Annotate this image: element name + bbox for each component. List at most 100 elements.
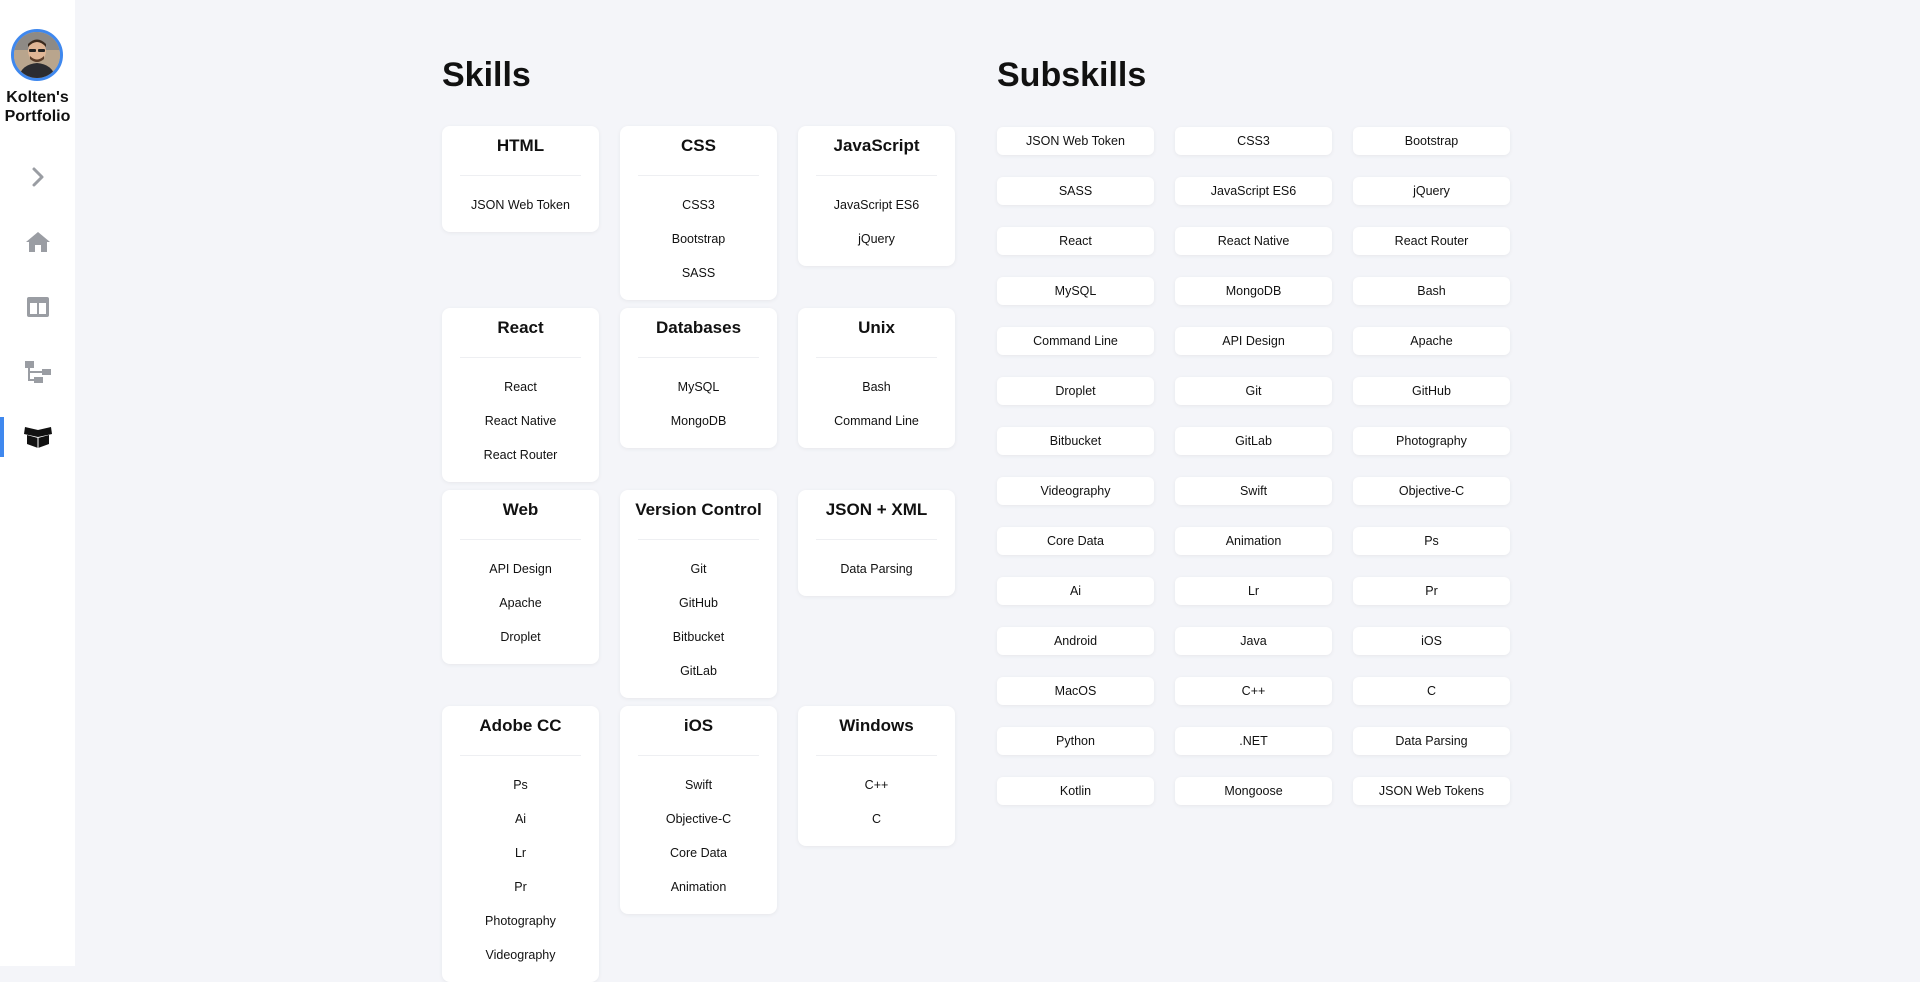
skill-item: CSS3: [682, 198, 715, 212]
skill-card: Web API Design Apache Droplet: [442, 490, 599, 664]
avatar[interactable]: [11, 29, 63, 81]
subskill-chip[interactable]: GitHub: [1353, 377, 1510, 405]
subskill-chip[interactable]: JSON Web Tokens: [1353, 777, 1510, 805]
skill-card: Version Control Git GitHub Bitbucket GitLab: [620, 490, 777, 698]
subskill-chip[interactable]: React: [997, 227, 1154, 255]
skill-card: Databases MySQL MongoDB: [620, 308, 777, 448]
brand-title: Kolten's Portfolio: [0, 88, 75, 126]
subskill-chip[interactable]: jQuery: [1353, 177, 1510, 205]
skill-card-list: JavaScript ES6 jQuery: [798, 176, 955, 266]
chevron-right-icon: [32, 167, 43, 187]
subskill-chip[interactable]: Animation: [1175, 527, 1332, 555]
subskill-chip[interactable]: iOS: [1353, 627, 1510, 655]
skill-card: JavaScript JavaScript ES6 jQuery: [798, 126, 955, 266]
skill-item: Git: [690, 562, 707, 576]
sidebar: Kolten's Portfolio: [0, 0, 75, 966]
subskill-chip[interactable]: Objective-C: [1353, 477, 1510, 505]
skill-item: Bootstrap: [671, 232, 726, 246]
skill-card: JSON + XML Data Parsing: [798, 490, 955, 596]
subskill-chip[interactable]: MongoDB: [1175, 277, 1332, 305]
nav-skills[interactable]: [0, 417, 75, 457]
skill-item: Photography: [485, 914, 556, 928]
skill-card-list: MySQL MongoDB: [620, 358, 777, 448]
skill-card-list: JSON Web Token: [442, 176, 599, 232]
skill-card-title: Web: [502, 500, 539, 519]
skill-item: Animation: [670, 880, 727, 894]
skills-title: Skills: [442, 56, 531, 94]
subskill-chip[interactable]: Swift: [1175, 477, 1332, 505]
skill-item: Data Parsing: [840, 562, 913, 576]
subskill-chip[interactable]: Java: [1175, 627, 1332, 655]
skill-card-title: HTML: [496, 136, 545, 155]
skill-item: Swift: [684, 778, 713, 792]
skill-item: JSON Web Token: [471, 198, 570, 212]
subskill-chip[interactable]: Videography: [997, 477, 1154, 505]
skill-item: Apache: [499, 596, 542, 610]
subskill-chip[interactable]: CSS3: [1175, 127, 1332, 155]
subskill-chip[interactable]: Data Parsing: [1353, 727, 1510, 755]
subskill-chip[interactable]: C++: [1175, 677, 1332, 705]
nav-expand[interactable]: [0, 157, 75, 197]
subskill-chip[interactable]: C: [1353, 677, 1510, 705]
skill-item: React Router: [483, 448, 558, 462]
skill-item: GitLab: [680, 664, 717, 678]
subskill-chip[interactable]: .NET: [1175, 727, 1332, 755]
skill-item: Bash: [862, 380, 891, 394]
skill-card: Windows C++ C: [798, 706, 955, 846]
skill-item: C++: [864, 778, 889, 792]
subskill-chip[interactable]: React Router: [1353, 227, 1510, 255]
subskill-chip[interactable]: GitLab: [1175, 427, 1332, 455]
profile-photo: [14, 32, 60, 78]
skill-item: Ai: [514, 812, 527, 826]
skill-item: Bitbucket: [672, 630, 725, 644]
subskill-chip[interactable]: Python: [997, 727, 1154, 755]
subskill-chip[interactable]: Bitbucket: [997, 427, 1154, 455]
skill-item: jQuery: [858, 232, 895, 246]
skill-card-list: API Design Apache Droplet: [442, 540, 599, 664]
brand-line-2: Portfolio: [4, 108, 71, 125]
subskill-chip[interactable]: Bash: [1353, 277, 1510, 305]
skill-card: HTML JSON Web Token: [442, 126, 599, 232]
subskill-chip[interactable]: Android: [997, 627, 1154, 655]
skill-card: Unix Bash Command Line: [798, 308, 955, 448]
nav-sitemap[interactable]: [0, 352, 75, 392]
subskill-chip[interactable]: Lr: [1175, 577, 1332, 605]
skill-card-title: CSS: [681, 136, 716, 155]
skill-card-list: Git GitHub Bitbucket GitLab: [620, 540, 777, 698]
subskill-chip[interactable]: Ps: [1353, 527, 1510, 555]
subskill-chip[interactable]: Photography: [1353, 427, 1510, 455]
subskill-chip[interactable]: Pr: [1353, 577, 1510, 605]
subskill-chip[interactable]: Ai: [997, 577, 1154, 605]
skill-item: Core Data: [670, 846, 727, 860]
subskill-chip[interactable]: Kotlin: [997, 777, 1154, 805]
subskill-chip[interactable]: MySQL: [997, 277, 1154, 305]
skill-item: C: [871, 812, 882, 826]
subskill-chip[interactable]: Bootstrap: [1353, 127, 1510, 155]
subskill-chip[interactable]: JSON Web Token: [997, 127, 1154, 155]
skill-card-list: Swift Objective-C Core Data Animation: [620, 756, 777, 914]
subskill-chip[interactable]: JavaScript ES6: [1175, 177, 1332, 205]
nav-layout[interactable]: [0, 287, 75, 327]
brand-line-1: Kolten's: [6, 89, 69, 106]
subskill-chip[interactable]: Git: [1175, 377, 1332, 405]
subskill-chip[interactable]: Core Data: [997, 527, 1154, 555]
skill-card-title: React: [497, 318, 544, 337]
nav-home[interactable]: [0, 222, 75, 262]
skill-card-title: Adobe CC: [479, 716, 562, 735]
subskill-chip[interactable]: Apache: [1353, 327, 1510, 355]
skill-item: Droplet: [500, 630, 541, 644]
skill-card: iOS Swift Objective-C Core Data Animation: [620, 706, 777, 914]
subskill-chip[interactable]: MacOS: [997, 677, 1154, 705]
skill-item: API Design: [489, 562, 552, 576]
skill-item: MongoDB: [670, 414, 727, 428]
skill-card-title: Version Control: [635, 500, 762, 519]
subskill-chip[interactable]: Mongoose: [1175, 777, 1332, 805]
subskill-chip[interactable]: Droplet: [997, 377, 1154, 405]
subskill-chip[interactable]: Command Line: [997, 327, 1154, 355]
subskill-chip[interactable]: SASS: [997, 177, 1154, 205]
subskill-chip[interactable]: React Native: [1175, 227, 1332, 255]
skill-item: MySQL: [677, 380, 720, 394]
subskill-chip[interactable]: API Design: [1175, 327, 1332, 355]
skill-card-list: Data Parsing: [798, 540, 955, 596]
skill-card-list: React React Native React Router: [442, 358, 599, 482]
